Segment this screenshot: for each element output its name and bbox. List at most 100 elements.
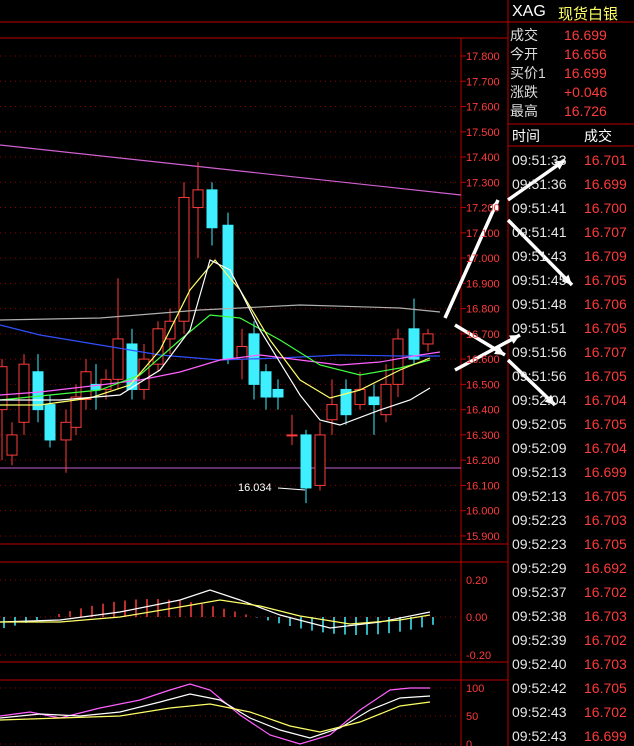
kdj-tick-label: 50	[466, 711, 478, 723]
tick-row: 09:52:13 16.705	[508, 484, 634, 508]
tick-row: 09:52:43 16.702	[508, 700, 634, 724]
tick-row: 09:51:48 16.706	[508, 292, 634, 316]
tick-price: 16.707	[584, 344, 627, 360]
candle-body	[286, 434, 298, 437]
tick-time: 09:51:36	[512, 176, 567, 192]
candle-body	[70, 396, 82, 428]
tick-time: 09:52:05	[512, 416, 567, 432]
kdj-panel	[0, 683, 431, 745]
candle-body	[44, 404, 56, 441]
tick-time: 09:51:56	[512, 344, 567, 360]
tick-row: 09:51:41 16.707	[508, 220, 634, 244]
candle-body	[60, 421, 72, 441]
tick-price: 16.704	[584, 440, 627, 456]
tick-row: 09:52:13 16.699	[508, 460, 634, 484]
price-tick-label: 16.300	[466, 430, 500, 442]
price-tick-label: 16.000	[466, 506, 500, 518]
quote-label: 最高	[510, 103, 538, 119]
kdj-j-line	[0, 683, 430, 745]
ticks-price-header: 成交	[584, 128, 612, 144]
tick-time: 09:52:13	[512, 488, 567, 504]
quote-panel: 成交 16.699 今开 16.656 买价1 16.699 涨跌 +0.046…	[508, 24, 634, 124]
price-tick-label: 16.600	[466, 354, 500, 366]
price-tick-label: 16.100	[466, 480, 500, 492]
tick-price: 16.703	[584, 656, 627, 672]
price-tick-label: 17.000	[466, 253, 500, 265]
ma-grey-line	[0, 304, 441, 321]
macd-panel	[0, 589, 434, 635]
tick-time: 09:51:51	[512, 320, 567, 336]
tick-time: 09:52:43	[512, 728, 567, 744]
candle-body	[206, 189, 218, 229]
tick-row: 09:51:45 16.705	[508, 268, 634, 292]
tick-row: 09:52:37 16.702	[508, 580, 634, 604]
tick-row: 09:52:04 16.704	[508, 388, 634, 412]
tick-price: 16.700	[584, 200, 627, 216]
tick-row: 09:51:51 16.705	[508, 316, 634, 340]
candle-body	[300, 434, 312, 489]
tick-time: 09:51:41	[512, 200, 567, 216]
kdj-tick-label: 100	[466, 683, 484, 695]
tick-price: 16.703	[584, 512, 627, 528]
candle-body	[112, 338, 124, 380]
tick-list[interactable]: 09:51:33 16.701 09:51:36 16.699 09:51:41 16.7…	[508, 148, 634, 746]
tick-time: 09:51:45	[512, 272, 567, 288]
tick-time: 09:52:23	[512, 536, 567, 552]
tick-price: 16.705	[584, 272, 627, 288]
tick-price: 16.699	[584, 464, 627, 480]
candles	[0, 162, 434, 504]
ma-blue-line	[0, 324, 440, 361]
price-tick-label: 17.400	[466, 152, 500, 164]
tick-time: 09:52:40	[512, 656, 567, 672]
tick-price: 16.699	[584, 176, 627, 192]
tick-row: 09:52:23 16.705	[508, 532, 634, 556]
tick-row: 09:52:38 16.703	[508, 604, 634, 628]
tick-time: 09:52:38	[512, 608, 567, 624]
tick-row: 09:52:05 16.705	[508, 412, 634, 436]
tick-time: 09:52:23	[512, 512, 567, 528]
tick-row: 09:51:56 16.707	[508, 340, 634, 364]
price-grid	[0, 55, 466, 745]
quote-value: 16.726	[564, 103, 607, 119]
candle-body	[260, 371, 272, 398]
tick-time: 09:51:48	[512, 296, 567, 312]
price-tick-label: 16.700	[466, 329, 500, 341]
price-tick-label: 17.500	[466, 127, 500, 139]
candle-body	[408, 328, 420, 360]
tick-time: 09:51:41	[512, 224, 567, 240]
symbol-code: XAG	[512, 3, 546, 20]
tick-time: 09:52:39	[512, 632, 567, 648]
price-tick-label: 17.700	[466, 76, 500, 88]
tick-price: 16.705	[584, 416, 627, 432]
symbol-name: 现货白银	[558, 6, 619, 23]
tick-row: 09:52:39 16.702	[508, 628, 634, 652]
price-tick-label: 16.900	[466, 278, 500, 290]
candle-body	[422, 333, 434, 345]
tick-time: 09:52:37	[512, 584, 567, 600]
tick-time: 09:52:13	[512, 464, 567, 480]
macd-dea-line	[0, 599, 431, 625]
tick-price: 16.705	[584, 320, 627, 336]
tick-time: 09:51:33	[512, 152, 567, 168]
tick-price: 16.702	[584, 584, 627, 600]
tick-price: 16.707	[584, 224, 627, 240]
candle-body	[354, 388, 366, 406]
candle-body	[32, 371, 44, 411]
tick-price: 16.705	[584, 368, 627, 384]
tick-price: 16.705	[584, 488, 627, 504]
price-tick-label: 17.600	[466, 102, 500, 114]
tick-price: 16.706	[584, 296, 627, 312]
tick-price: 16.702	[584, 632, 627, 648]
tick-time: 09:52:04	[512, 392, 567, 408]
price-tick-label: 16.200	[466, 455, 500, 467]
price-tick-label: 16.500	[466, 379, 500, 391]
tick-row: 09:51:56 16.705	[508, 364, 634, 388]
macd-tick-label: -0.20	[466, 650, 491, 662]
candle-body	[314, 434, 326, 486]
tick-row: 09:52:40 16.703	[508, 652, 634, 676]
tick-time: 09:52:42	[512, 680, 567, 696]
tick-row: 09:52:43 16.699	[508, 724, 634, 746]
tick-row: 09:51:43 16.709	[508, 244, 634, 268]
price-tick-label: 17.300	[466, 177, 500, 189]
candle-body	[192, 189, 204, 209]
